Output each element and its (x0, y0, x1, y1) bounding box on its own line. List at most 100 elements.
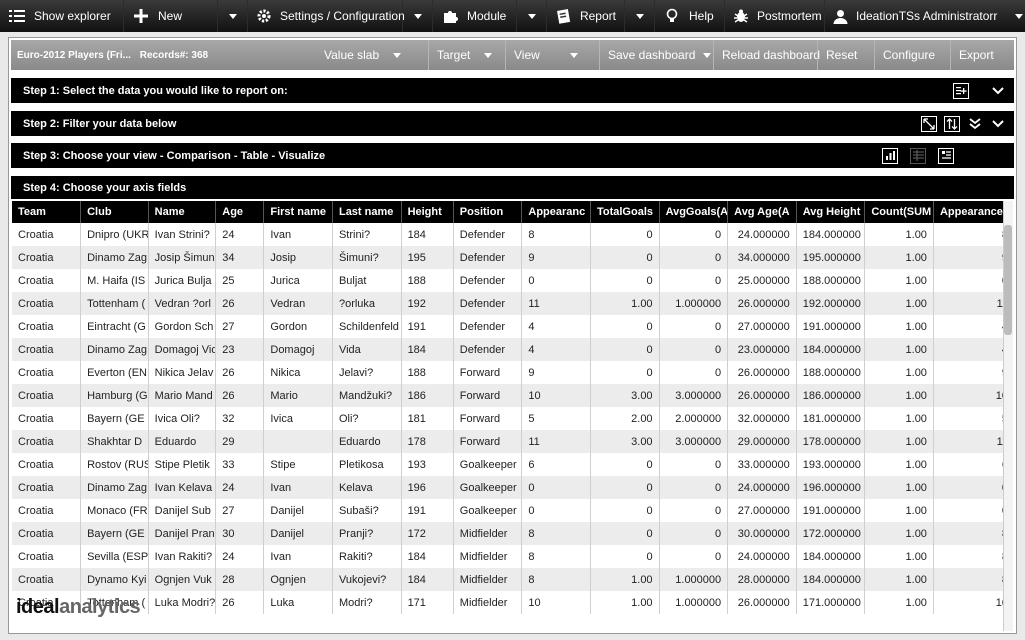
column-header[interactable]: Appearances (933, 201, 1013, 223)
filter-resize-icon[interactable] (921, 115, 937, 132)
new-dropdown-toggle[interactable] (218, 0, 248, 32)
table-row[interactable]: Croatia Tottenham (Luka Modri? 26 Luka Modri… (12, 591, 1013, 614)
table-cell: Pletikosa (332, 453, 402, 476)
table-cell: 24 (215, 476, 265, 499)
table-row[interactable]: Croatia Tottenham (Vedran ?orl 26 Vedran ?or… (12, 292, 1013, 315)
column-header[interactable]: Team (12, 201, 82, 223)
visualize-icon[interactable] (938, 147, 954, 164)
table-cell: Midfielder (453, 545, 523, 568)
lightbulb-icon (663, 7, 681, 25)
add-data-icon[interactable] (953, 82, 969, 99)
column-header[interactable]: Position (453, 201, 523, 223)
step1-bar[interactable]: Step 1: Select the data you would like t… (11, 78, 1014, 103)
table-view-icon[interactable] (910, 147, 926, 164)
plus-icon (132, 7, 150, 25)
table-cell: Goalkeeper (453, 476, 523, 499)
table-cell: 8 (933, 522, 1013, 545)
column-header[interactable]: Age (215, 201, 265, 223)
save-dashboard-dropdown[interactable]: Save dashboard (599, 40, 713, 70)
column-header[interactable]: Avg Age(A (727, 201, 797, 223)
column-header[interactable]: Last name (332, 201, 402, 223)
module-dropdown-toggle[interactable] (517, 0, 547, 32)
table-cell: Kelava (332, 476, 402, 499)
table-cell: 8 (521, 545, 591, 568)
chevron-down-icon (569, 52, 578, 58)
table-cell: 26 (215, 361, 265, 384)
module-menu[interactable]: Module (433, 0, 517, 32)
table-row[interactable]: Croatia Dinamo Zag Ivan Kelava 24 Ivan Kelava… (12, 476, 1013, 499)
column-header[interactable]: Count(SUM (864, 201, 934, 223)
reload-dashboard-button[interactable]: Reload dashboard (713, 40, 820, 70)
table-cell: 184 (401, 223, 454, 246)
table-cell: 184 (401, 568, 454, 591)
table-cell: 4 (933, 338, 1013, 361)
show-explorer-button[interactable]: Show explorer (0, 0, 124, 32)
table-cell: 196 (401, 476, 454, 499)
table-row[interactable]: Croatia Dnipro (UKR Ivan Strini? 24 Ivan Stri… (12, 223, 1013, 246)
user-menu[interactable]: IdeationTSs Administratorr (825, 0, 1025, 32)
column-header[interactable]: Avg Height (796, 201, 866, 223)
expand-all-icon[interactable] (967, 116, 983, 132)
table-row[interactable]: Croatia Shakhtar D Eduardo 29 Eduardo 178 Forw… (12, 430, 1013, 453)
export-button[interactable]: Export (950, 40, 1008, 70)
column-header[interactable]: TotalGoals (590, 201, 660, 223)
value-slab-dropdown[interactable]: Value slab (316, 40, 428, 70)
chevron-down-icon[interactable] (990, 116, 1006, 132)
table-row[interactable]: Croatia Everton (EN Nikica Jelav 26 Nikica Je… (12, 361, 1013, 384)
column-header[interactable]: First name (263, 201, 333, 223)
table-row[interactable]: Croatia M. Haifa (IS Jurica Bulja 25 Jurica B… (12, 269, 1013, 292)
comparison-chart-icon[interactable] (882, 147, 898, 164)
column-header[interactable]: Name (148, 201, 217, 223)
table-row[interactable]: Croatia Dinamo Zag Domagoj Vid 23 Domagoj Vid… (12, 338, 1013, 361)
column-header[interactable]: Club (80, 201, 149, 223)
sort-icon[interactable] (944, 115, 960, 132)
table-row[interactable]: Croatia Dynamo Kyi Ognjen Vuk 28 Ognjen Vukoj… (12, 568, 1013, 591)
column-header[interactable]: Appearanc (521, 201, 591, 223)
table-row[interactable]: Croatia Rostov (RUS Stipe Pletik 33 Stipe Ple… (12, 453, 1013, 476)
table-cell: 0 (659, 545, 729, 568)
table-row[interactable]: Croatia Sevilla (ESP Ivan Rakiti? 24 Ivan Rak… (12, 545, 1013, 568)
table-cell: 30.000000 (727, 522, 797, 545)
chevron-down-icon[interactable] (990, 83, 1006, 99)
table-row[interactable]: Croatia Bayern (GE Ivica Oli? 32 Ivica Oli? 18… (12, 407, 1013, 430)
report-icon (555, 7, 572, 25)
table-cell: Rostov (RUS (80, 453, 149, 476)
help-menu[interactable]: Help (655, 0, 725, 32)
column-header[interactable]: AvgGoals(A (659, 201, 729, 223)
table-row[interactable]: Croatia Monaco (FR Danijel Sub 27 Danijel Sub… (12, 499, 1013, 522)
report-dropdown-toggle[interactable] (625, 0, 655, 32)
settings-dropdown-toggle[interactable] (403, 0, 433, 32)
view-dropdown[interactable]: View (505, 40, 599, 70)
column-header[interactable]: Height (401, 201, 454, 223)
table-row[interactable]: Croatia Bayern (GE Danijel Pran 30 Danijel Pr… (12, 522, 1013, 545)
table-cell: 1.00 (864, 407, 934, 430)
configure-button[interactable]: Configure (874, 40, 950, 70)
reset-button[interactable]: Reset (817, 40, 874, 70)
target-dropdown[interactable]: Target (428, 40, 505, 70)
new-menu[interactable]: New (124, 0, 218, 32)
table-cell: 195.000000 (796, 246, 866, 269)
table-cell: 184.000000 (796, 338, 866, 361)
table-cell: Jelavi? (332, 361, 402, 384)
scrollbar-thumb[interactable] (1004, 225, 1012, 335)
vertical-scrollbar[interactable] (1003, 201, 1013, 631)
step3-bar[interactable]: Step 3: Choose your view - Comparison - … (11, 143, 1014, 168)
table-cell: 3.000000 (659, 430, 729, 453)
report-menu[interactable]: Report (547, 0, 625, 32)
table-row[interactable]: Croatia Dinamo Zag Josip Šimun 34 Josip Šimun… (12, 246, 1013, 269)
target-label: Target (437, 48, 471, 62)
dashboard-toolbar: Euro-2012 Players (Fri... Records#: 368 … (11, 40, 1014, 70)
table-cell: 1.00 (864, 338, 934, 361)
settings-menu[interactable]: Settings / Configuration (248, 0, 405, 32)
step2-bar[interactable]: Step 2: Filter your data below (11, 111, 1014, 136)
step4-bar[interactable]: Step 4: Choose your axis fields (11, 176, 1014, 199)
table-cell: Shakhtar D (80, 430, 149, 453)
postmortem-menu[interactable]: Postmortem (725, 0, 825, 32)
table-cell: Croatia (12, 384, 82, 407)
table-row[interactable]: Croatia Hamburg (G Mario Mand 26 Mario Mandžu… (12, 384, 1013, 407)
table-cell: 0 (659, 361, 729, 384)
table-row[interactable]: Croatia Eintracht (G Gordon Sch 27 Gordon Sch… (12, 315, 1013, 338)
table-cell: Schildenfeld (332, 315, 402, 338)
table-cell: 4 (521, 338, 591, 361)
table-cell: 0 (590, 269, 660, 292)
